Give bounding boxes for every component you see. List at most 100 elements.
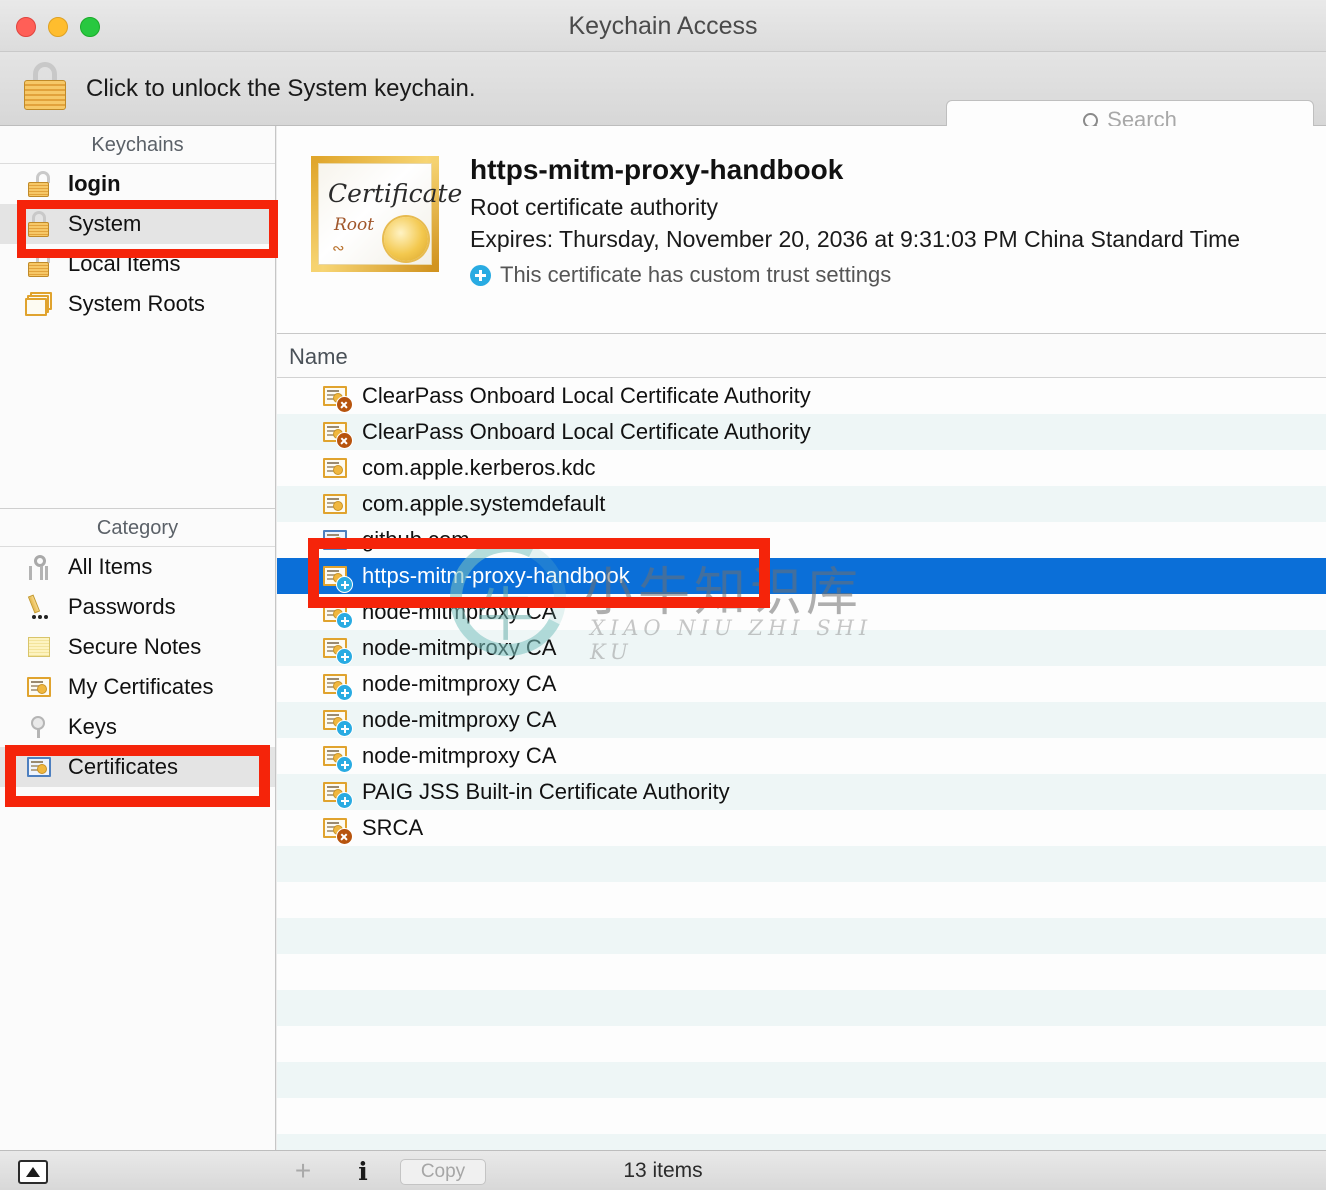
table-row[interactable]: node-mitmproxy CA bbox=[277, 666, 1326, 702]
sidebar-item-my-certificates[interactable]: My Certificates bbox=[0, 667, 275, 707]
sidebar-item-keys[interactable]: Keys bbox=[0, 707, 275, 747]
table-cell-name: node-mitmproxy CA bbox=[362, 671, 557, 696]
table-row-empty bbox=[277, 990, 1326, 1026]
note-icon bbox=[24, 632, 54, 662]
sidebar-item-login[interactable]: login bbox=[0, 164, 275, 204]
certificate-icon bbox=[320, 417, 353, 449]
keychains-header: Keychains bbox=[0, 126, 275, 164]
table-row[interactable]: PAIG JSS Built-in Certificate Authority bbox=[277, 774, 1326, 810]
certificate-flourish: ∾ bbox=[332, 240, 345, 257]
table-row-empty bbox=[277, 918, 1326, 954]
table-row[interactable]: com.apple.systemdefault bbox=[277, 486, 1326, 522]
certificate-icon-subword: Root bbox=[334, 215, 375, 235]
table-row[interactable]: SRCA bbox=[277, 810, 1326, 846]
certificate-detail-pane: Certificate Root ∾ https-mitm-proxy-hand… bbox=[277, 126, 1326, 334]
sidebar-item-label: Certificates bbox=[68, 754, 179, 779]
certificate-icon bbox=[320, 381, 353, 413]
table-row[interactable]: ClearPass Onboard Local Certificate Auth… bbox=[277, 414, 1326, 450]
certificate-icon bbox=[320, 597, 353, 629]
table-row[interactable]: https-mitm-proxy-handbook bbox=[277, 558, 1326, 594]
certificate-trust-text: This certificate has custom trust settin… bbox=[500, 262, 892, 287]
sidebar-item-label: Secure Notes bbox=[68, 634, 202, 659]
sidebar-item-label: login bbox=[68, 171, 121, 196]
certificate-trust-note: This certificate has custom trust settin… bbox=[470, 262, 891, 288]
sidebar-item-label: Keys bbox=[68, 714, 117, 739]
certificate-icon bbox=[24, 672, 54, 702]
certificate-name: https-mitm-proxy-handbook bbox=[470, 154, 844, 185]
table-row-empty bbox=[277, 882, 1326, 918]
sidebar-item-label: Local Items bbox=[68, 251, 181, 276]
toolbar: Click to unlock the System keychain. Sea… bbox=[0, 52, 1326, 140]
key-disc-icon bbox=[24, 712, 54, 742]
certificate-icon bbox=[320, 813, 353, 845]
sidebar-item-local-items[interactable]: Local Items bbox=[0, 244, 275, 284]
sidebar-item-label: System bbox=[68, 211, 142, 236]
certificate-expiry: Expires: Thursday, November 20, 2036 at … bbox=[470, 226, 1241, 252]
column-header-name: Name bbox=[289, 344, 348, 369]
sidebar-item-all-items[interactable]: All Items bbox=[0, 547, 275, 587]
sidebar-item-passwords[interactable]: Passwords bbox=[0, 587, 275, 627]
table-cell-name: node-mitmproxy CA bbox=[362, 707, 557, 732]
certificate-icon bbox=[320, 561, 353, 593]
plus-badge-icon bbox=[336, 756, 353, 773]
table-row[interactable]: ClearPass Onboard Local Certificate Auth… bbox=[277, 378, 1326, 414]
sidebar-item-system-roots[interactable]: System Roots bbox=[0, 284, 275, 324]
sidebar-item-label: Passwords bbox=[68, 594, 176, 619]
certificate-icon bbox=[320, 633, 353, 665]
plus-badge-icon bbox=[336, 576, 353, 593]
x-badge-icon bbox=[336, 432, 353, 449]
sidebar-item-secure-notes[interactable]: Secure Notes bbox=[0, 627, 275, 667]
table-cell-name: node-mitmproxy CA bbox=[362, 635, 557, 660]
certificate-blue-icon bbox=[24, 752, 54, 782]
certificate-icon bbox=[320, 669, 353, 701]
table-row[interactable]: node-mitmproxy CA bbox=[277, 738, 1326, 774]
sidebar-item-label: My Certificates bbox=[68, 674, 214, 699]
certificate-icon bbox=[320, 777, 353, 809]
padlock-open-icon bbox=[24, 169, 54, 199]
table-row-empty bbox=[277, 1062, 1326, 1098]
certificate-icon bbox=[320, 705, 353, 737]
category-header: Category bbox=[0, 509, 275, 547]
table-cell-name: PAIG JSS Built-in Certificate Authority bbox=[362, 779, 730, 804]
table-cell-name: com.apple.systemdefault bbox=[362, 491, 606, 516]
table-row[interactable]: github.com bbox=[277, 522, 1326, 558]
table-row-empty bbox=[277, 1026, 1326, 1062]
title-bar: Keychain Access bbox=[0, 0, 1326, 52]
sidebar: Keychains login System Local Items Syste… bbox=[0, 126, 276, 1150]
table-row[interactable]: node-mitmproxy CA bbox=[277, 594, 1326, 630]
padlock-locked-icon bbox=[21, 60, 69, 110]
sidebar-item-system[interactable]: System bbox=[0, 204, 275, 244]
padlock-open-icon bbox=[24, 249, 54, 279]
plus-badge-icon bbox=[470, 264, 491, 286]
x-badge-icon bbox=[336, 828, 353, 845]
certificate-icon bbox=[320, 741, 353, 773]
item-count-label: 13 items bbox=[623, 1159, 703, 1182]
table-row[interactable]: node-mitmproxy CA bbox=[277, 630, 1326, 666]
list-column-header[interactable]: Name bbox=[277, 334, 1326, 378]
table-row-empty bbox=[277, 954, 1326, 990]
plus-badge-icon bbox=[336, 648, 353, 665]
certificate-kind: Root certificate authority bbox=[470, 194, 719, 220]
padlock-locked-icon bbox=[24, 209, 54, 239]
keychain-access-window: Keychain Access Click to unlock the Syst… bbox=[0, 0, 1326, 1190]
plus-badge-icon bbox=[336, 720, 353, 737]
certificate-list[interactable]: ClearPass Onboard Local Certificate Auth… bbox=[277, 378, 1326, 1150]
unlock-keychain-button[interactable] bbox=[18, 60, 72, 116]
table-row[interactable]: node-mitmproxy CA bbox=[277, 702, 1326, 738]
x-badge-icon bbox=[336, 396, 353, 413]
sidebar-item-certificates[interactable]: Certificates bbox=[0, 747, 275, 787]
table-cell-name: ClearPass Onboard Local Certificate Auth… bbox=[362, 419, 811, 444]
table-row-empty bbox=[277, 1098, 1326, 1134]
root-certificate-icon: Certificate Root ∾ bbox=[311, 156, 462, 272]
table-cell-name: ClearPass Onboard Local Certificate Auth… bbox=[362, 383, 811, 408]
table-cell-name: github.com bbox=[362, 527, 470, 552]
plus-badge-icon bbox=[336, 612, 353, 629]
certificate-icon bbox=[320, 453, 350, 483]
table-row[interactable]: com.apple.kerberos.kdc bbox=[277, 450, 1326, 486]
table-row-empty bbox=[277, 846, 1326, 882]
certificate-seal-icon bbox=[380, 213, 432, 265]
bottom-bar: + i Copy 13 items bbox=[0, 1150, 1326, 1190]
certificate-icon-word: Certificate bbox=[328, 179, 463, 208]
table-row-empty bbox=[277, 1134, 1326, 1150]
certificate-stack-icon bbox=[24, 289, 54, 319]
